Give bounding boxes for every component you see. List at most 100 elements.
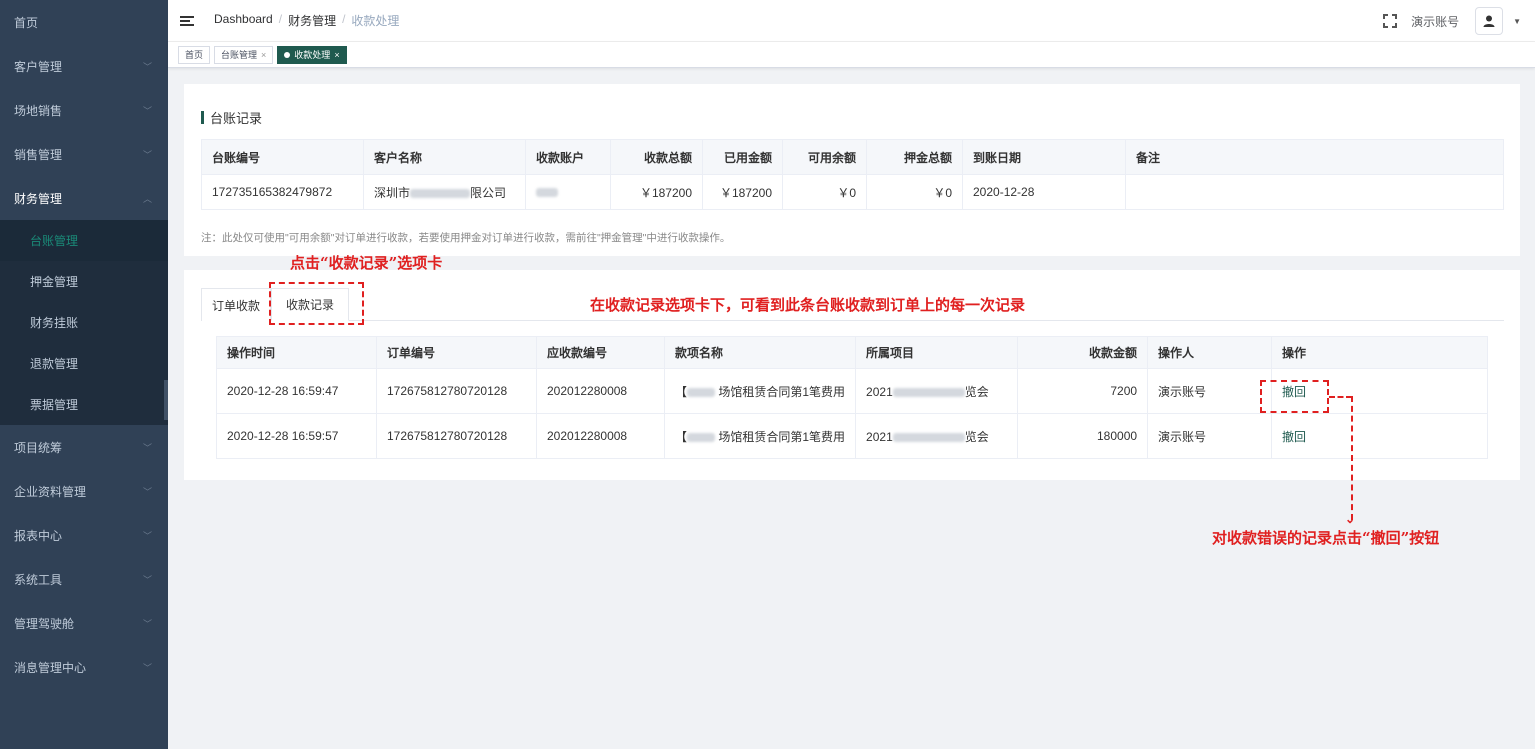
- amount: 180000: [1017, 413, 1149, 459]
- item-text: 场馆租赁合同第1笔费用: [718, 384, 846, 399]
- tag-current[interactable]: 收款处理 ×: [277, 45, 347, 64]
- tag-label: 收款处理: [294, 50, 331, 60]
- sidebar-item-finance[interactable]: 财务管理 ︿: [0, 176, 168, 220]
- close-icon[interactable]: ×: [334, 50, 339, 60]
- annotation-records-hint: 在收款记录选项卡下，可看到此条台账收款到订单上的每一次记录: [590, 296, 1026, 314]
- tag-ledger[interactable]: 台账管理 ×: [214, 45, 274, 64]
- chevron-down-icon: ﹀: [142, 662, 152, 673]
- op-time: 2020-12-28 16:59:47: [216, 368, 377, 414]
- col-header: 操作人: [1147, 336, 1273, 369]
- sidebar: 首页 客户管理 ﹀ 场地销售 ﹀ 销售管理 ﹀ 财务管理 ︿ 台账管理 押金管理 财务挂…: [0, 0, 168, 749]
- tag-label: 台账管理: [221, 50, 258, 60]
- avatar[interactable]: [1475, 7, 1504, 35]
- annotation-revoke-box: [1260, 380, 1329, 413]
- sidebar-item-tools[interactable]: 系统工具 ﹀: [0, 557, 168, 601]
- caret-down-icon[interactable]: ▼: [1513, 17, 1521, 26]
- sidebar-item-reports[interactable]: 报表中心 ﹀: [0, 513, 168, 557]
- chevron-down-icon: ﹀: [142, 442, 152, 453]
- sidebar-item-label: 财务管理: [14, 191, 63, 206]
- col-header: 款项名称: [663, 336, 857, 369]
- breadcrumb-dashboard[interactable]: Dashboard: [214, 12, 273, 29]
- tags-view: 首页 台账管理 × 收款处理 ×: [168, 42, 1535, 68]
- sidebar-item-venue-sales[interactable]: 场地销售 ﹀: [0, 88, 168, 132]
- sidebar-item-customers[interactable]: 客户管理 ﹀: [0, 44, 168, 88]
- ledger-note: 注：此处仅可使用"可用余额"对订单进行收款，若要使用押金对订单进行收款，需前往"…: [201, 232, 731, 244]
- ledger-card: 台账记录 台账编号 客户名称 收款账户 收款总额 已用金额 可用余额 押金总额 …: [184, 84, 1520, 256]
- user-name: 演示账号: [1411, 14, 1460, 29]
- sidebar-subitem-ledger[interactable]: 台账管理: [0, 220, 168, 261]
- title-bar: [201, 111, 204, 124]
- col-header: 操作: [1271, 336, 1488, 369]
- tab-order-collection[interactable]: 订单收款: [201, 288, 271, 321]
- revoke-button[interactable]: 撤回: [1282, 430, 1306, 444]
- col-header: 收款账户: [525, 139, 611, 175]
- annotation-tab-hint: 点击“收款记录”选项卡: [290, 254, 443, 272]
- sidebar-item-label: 场地销售: [14, 103, 63, 118]
- op-time: 2020-12-28 16:59:57: [216, 413, 377, 459]
- redacted-text: [410, 188, 471, 198]
- chevron-down-icon: ﹀: [142, 486, 152, 497]
- sidebar-subitem-invoice[interactable]: 票据管理: [0, 384, 168, 425]
- project: 2021 览会: [855, 368, 1019, 414]
- sidebar-subitem-charge[interactable]: 财务挂账: [0, 302, 168, 343]
- sidebar-item-label: 台账管理: [30, 234, 79, 248]
- col-header: 客户名称: [363, 139, 526, 175]
- annotation-connector-v: [1351, 396, 1353, 520]
- customer-prefix: 深圳市: [374, 185, 411, 200]
- section-title: 台账记录: [201, 108, 262, 127]
- sidebar-item-company-data[interactable]: 企业资料管理 ﹀: [0, 469, 168, 513]
- breadcrumb: Dashboard / 财务管理 / 收款处理: [214, 12, 399, 29]
- fullscreen-icon[interactable]: [1383, 14, 1398, 28]
- sidebar-scrollbar[interactable]: [164, 380, 168, 420]
- table-header-row: 台账编号 客户名称 收款账户 收款总额 已用金额 可用余额 押金总额 到账日期 …: [201, 139, 1504, 175]
- breadcrumb-finance[interactable]: 财务管理: [288, 12, 336, 29]
- item-name: 【 场馆租赁合同第1笔费用: [663, 413, 857, 459]
- chevron-down-icon: ﹀: [142, 61, 152, 72]
- col-header: 订单编号: [376, 336, 537, 369]
- available-balance: ￥0: [782, 174, 867, 210]
- sidebar-item-label: 企业资料管理: [14, 484, 87, 499]
- breadcrumb-separator: /: [342, 12, 346, 26]
- col-header: 押金总额: [866, 139, 963, 175]
- project-suffix: 览会: [964, 384, 989, 399]
- tab-label: 订单收款: [211, 298, 260, 313]
- breadcrumb-separator: /: [278, 12, 283, 26]
- sidebar-item-cockpit[interactable]: 管理驾驶舱 ﹀: [0, 601, 168, 645]
- table-header-row: 操作时间 订单编号 应收款编号 款项名称 所属项目 收款金额 操作人 操作: [216, 336, 1488, 369]
- ledger-title: 台账记录: [210, 111, 263, 126]
- col-header: 收款金额: [1017, 336, 1149, 369]
- sidebar-item-projects[interactable]: 项目统筹 ﹀: [0, 425, 168, 469]
- redacted-text: [892, 387, 965, 397]
- tag-home[interactable]: 首页: [178, 45, 211, 64]
- customer-name: 深圳市 限公司: [363, 174, 526, 210]
- sidebar-item-sales[interactable]: 销售管理 ﹀: [0, 132, 168, 176]
- sidebar-item-label: 退款管理: [30, 357, 79, 371]
- item-prefix: 【: [675, 429, 688, 444]
- sidebar-item-label: 报表中心: [14, 528, 63, 543]
- menu-toggle-icon[interactable]: [180, 15, 194, 26]
- sidebar-subitem-deposit[interactable]: 押金管理: [0, 261, 168, 302]
- receiving-account: [525, 174, 611, 210]
- project: 2021 览会: [855, 413, 1019, 459]
- col-header: 已用金额: [702, 139, 783, 175]
- tag-label: 首页: [185, 50, 204, 60]
- col-header: 应收款编号: [536, 336, 665, 369]
- redacted-text: [687, 432, 716, 442]
- sidebar-item-label: 首页: [14, 15, 39, 30]
- arrival-date: 2020-12-28: [962, 174, 1126, 210]
- close-icon[interactable]: ×: [261, 50, 266, 60]
- sidebar-item-home[interactable]: 首页: [0, 0, 168, 44]
- chevron-down-icon: ﹀: [142, 574, 152, 585]
- col-header: 备注: [1125, 139, 1504, 175]
- sidebar-subitem-refund[interactable]: 退款管理: [0, 343, 168, 384]
- operator: 演示账号: [1147, 413, 1273, 459]
- item-name: 【 场馆租赁合同第1笔费用: [663, 368, 857, 414]
- annotation-revoke-hint: 对收款错误的记录点击“撤回”按钮: [1212, 529, 1440, 547]
- customer-suffix: 限公司: [470, 185, 507, 200]
- sidebar-item-label: 客户管理: [14, 59, 63, 74]
- chevron-down-icon: ﹀: [142, 105, 152, 116]
- item-prefix: 【: [675, 384, 688, 399]
- breadcrumb-current: 收款处理: [351, 14, 400, 28]
- annotation-tab-box: [269, 282, 364, 325]
- sidebar-item-messages[interactable]: 消息管理中心 ﹀: [0, 645, 168, 689]
